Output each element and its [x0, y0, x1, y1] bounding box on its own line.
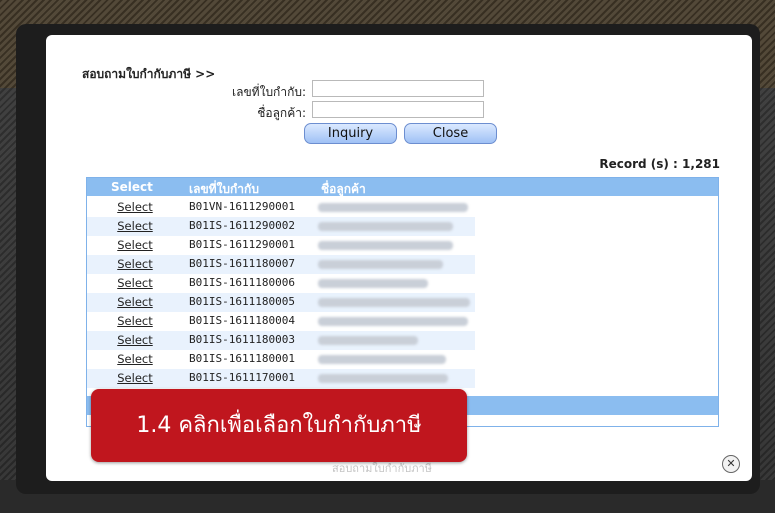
customer-name-blurred — [318, 355, 446, 364]
table-row: Select B01IS-1611180007 — [87, 255, 475, 274]
customer-name-blurred — [318, 317, 468, 326]
table-row: Select B01IS-1611180006 — [87, 274, 475, 293]
customer-name-blurred — [318, 241, 453, 250]
table-row: Select B01IS-1611180004 — [87, 312, 475, 331]
invoice-number: B01IS-1611170001 — [189, 371, 295, 384]
table-row: Select B01IS-1611290002 — [87, 217, 475, 236]
table-row: Select B01IS-1611290001 — [87, 236, 475, 255]
grid-header: Select เลขที่ใบกำกับ ชื่อลูกค้า — [87, 178, 718, 196]
select-link[interactable]: Select — [89, 295, 181, 309]
table-row: Select B01IS-1611180001 — [87, 350, 475, 369]
close-button[interactable]: Close — [404, 123, 497, 144]
invoice-number: B01VN-1611290001 — [189, 200, 295, 213]
modal-title: สอบถามใบกำกับภาษี >> — [82, 67, 216, 81]
select-link[interactable]: Select — [89, 314, 181, 328]
invoice-number: B01IS-1611180006 — [189, 276, 295, 289]
select-link[interactable]: Select — [89, 219, 181, 233]
table-row: Select B01VN-1611290001 — [87, 198, 475, 217]
customer-name-blurred — [318, 374, 448, 383]
header-invoice-no: เลขที่ใบกำกับ — [189, 182, 259, 196]
x-icon[interactable]: ✕ — [722, 455, 740, 473]
customer-name-blurred — [318, 222, 453, 231]
header-customer: ชื่อลูกค้า — [321, 182, 366, 196]
invoice-number: B01IS-1611290002 — [189, 219, 295, 232]
select-link[interactable]: Select — [89, 238, 181, 252]
select-link[interactable]: Select — [89, 352, 181, 366]
invoice-no-input[interactable] — [312, 80, 484, 97]
customer-name-blurred — [318, 203, 468, 212]
invoice-number: B01IS-1611180001 — [189, 352, 295, 365]
customer-name-blurred — [318, 336, 418, 345]
select-link[interactable]: Select — [89, 200, 181, 214]
customer-name-blurred — [318, 260, 443, 269]
select-link[interactable]: Select — [89, 257, 181, 271]
select-link[interactable]: Select — [89, 333, 181, 347]
customer-name-blurred — [318, 298, 470, 307]
invoice-number: B01IS-1611290001 — [189, 238, 295, 251]
table-row: Select B01IS-1611180005 — [87, 293, 475, 312]
invoice-number: B01IS-1611180003 — [189, 333, 295, 346]
invoice-number: B01IS-1611180004 — [189, 314, 295, 327]
header-select: Select — [111, 180, 153, 194]
customer-name-blurred — [318, 279, 428, 288]
select-link[interactable]: Select — [89, 276, 181, 290]
record-count: Record (s) : 1,281 — [599, 157, 720, 171]
customer-name-label: ชื่อลูกค้า: — [257, 106, 306, 120]
customer-name-input[interactable] — [312, 101, 484, 118]
instruction-callout: 1.4 คลิกเพื่อเลือกใบกำกับภาษี — [91, 389, 467, 462]
inquiry-button[interactable]: Inquiry — [304, 123, 397, 144]
invoice-number: B01IS-1611180005 — [189, 295, 295, 308]
invoice-number: B01IS-1611180007 — [189, 257, 295, 270]
invoice-no-label: เลขที่ใบกำกับ: — [232, 85, 306, 99]
table-row: Select B01IS-1611180003 — [87, 331, 475, 350]
